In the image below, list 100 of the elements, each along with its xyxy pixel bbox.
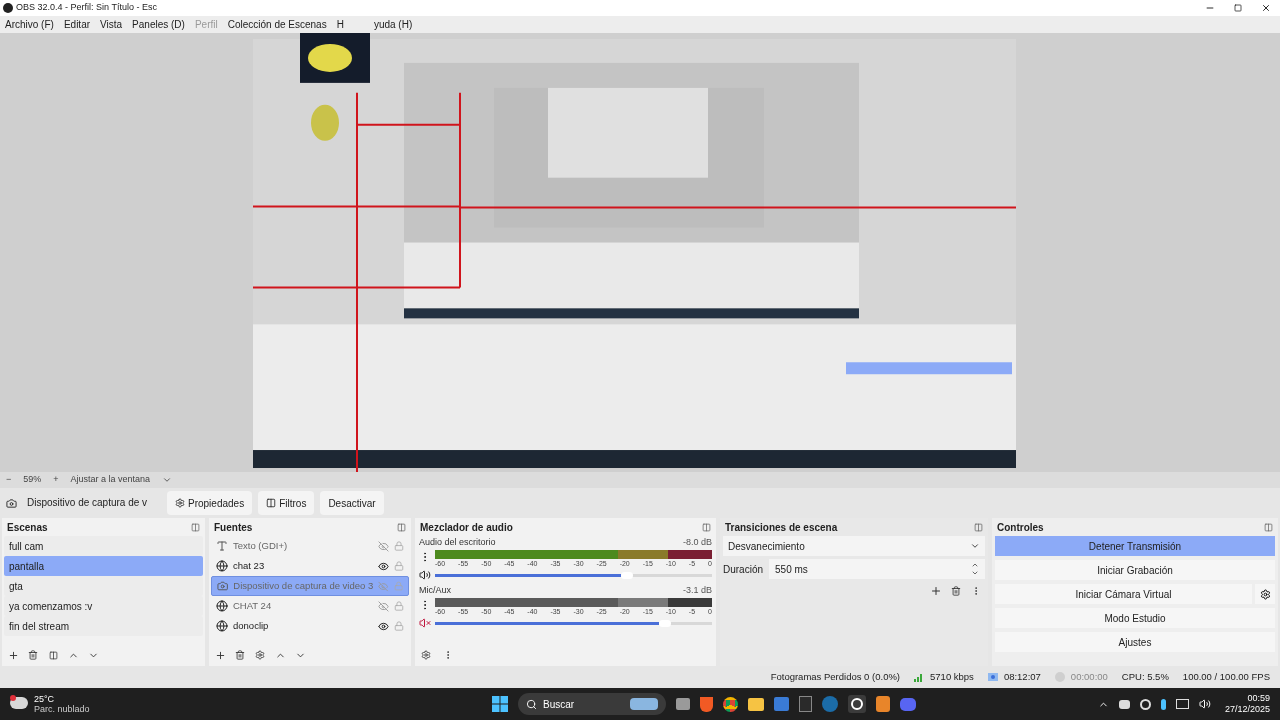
plus-icon	[930, 585, 942, 597]
menu-item[interactable]: yuda (H)	[373, 17, 413, 32]
volume-thumb[interactable]	[659, 619, 672, 627]
cloud-icon	[10, 697, 28, 709]
source-toolbar-button[interactable]: Propiedades	[167, 491, 253, 515]
muted-speaker-icon[interactable]	[419, 617, 431, 629]
broadcast-icon	[987, 673, 998, 681]
control-button[interactable]: Detener Transmisión	[995, 536, 1275, 556]
eye-icon[interactable]	[378, 560, 389, 572]
speaker-icon[interactable]	[419, 569, 431, 581]
temperature: 25°C	[34, 694, 56, 704]
stream-time: 08:12:07	[1003, 669, 1041, 684]
round-app-icon[interactable]	[821, 696, 838, 712]
clock-time: 00:59	[1247, 693, 1270, 704]
source-toolbar-button[interactable]: Desactivar	[320, 491, 384, 515]
dock-title: Mezclador de audio	[420, 520, 513, 535]
fps: 100.00 / 100.00 FPS	[1182, 669, 1270, 684]
camera-icon	[217, 580, 229, 592]
channel-name: Mic/Aux	[419, 584, 451, 598]
selected-source-name: Dispositivo de captura de v	[27, 496, 149, 510]
chevron-down-icon[interactable]	[971, 569, 979, 577]
eye-crossed-icon[interactable]	[378, 600, 389, 612]
menu-item[interactable]: H	[336, 17, 344, 32]
chevron-up-icon[interactable]	[971, 561, 979, 569]
control-button[interactable]: Ajustes	[995, 632, 1275, 652]
task-view-icon[interactable]	[675, 698, 690, 710]
menu-item[interactable]: Vista	[100, 17, 123, 32]
dock-title: Transiciones de escena	[725, 520, 838, 535]
source-name: Dispositivo de captura de video 3	[233, 578, 374, 593]
cpu-usage: CPU: 5.5%	[1121, 669, 1169, 684]
globe-icon	[216, 620, 228, 632]
search-field[interactable]: Buscar	[517, 693, 666, 715]
eye-icon[interactable]	[378, 620, 389, 632]
search-placeholder: Buscar	[542, 697, 576, 712]
transition-dropdown[interactable]: Desvanecimiento	[723, 536, 985, 556]
source-name: chat 23	[233, 558, 266, 573]
control-button[interactable]: Iniciar Cámara Virtual	[995, 584, 1252, 604]
trash-icon	[951, 586, 961, 596]
gear-icon	[255, 650, 265, 660]
scene-item[interactable]: pantalla	[4, 556, 203, 576]
shield-icon[interactable]	[699, 696, 713, 712]
volume-slider[interactable]	[435, 618, 712, 628]
settings-button[interactable]	[1255, 584, 1275, 604]
menu-item[interactable]: Archivo (F)	[5, 17, 54, 32]
window-title: OBS 32.0.4 - Perfil: Sin Título - Esc	[16, 1, 157, 15]
speaker-icon[interactable]	[1198, 698, 1211, 710]
zoom-out-button[interactable]: −	[6, 473, 12, 487]
windows-logo-icon[interactable]	[491, 696, 508, 712]
duration-field[interactable]: 550 ms	[769, 559, 985, 579]
app-logo-icon	[3, 3, 13, 13]
menu-item[interactable]: Editar	[63, 17, 91, 32]
dropped-frames: Fotogramas Perdidos 0 (0.0%)	[770, 669, 901, 685]
source-toolbar-button[interactable]: Filtros	[258, 491, 315, 515]
dock-title: Fuentes	[214, 520, 253, 535]
zoom-level: 59%	[23, 473, 42, 487]
undock-icon[interactable]	[1264, 522, 1273, 532]
text-source-icon	[216, 540, 228, 552]
source-name: CHAT 24	[233, 598, 273, 613]
control-button[interactable]: Iniciar Grabación	[995, 560, 1275, 580]
ring-icon	[850, 698, 863, 710]
gear-icon	[175, 498, 185, 508]
channel-reading: -8.0 dB	[682, 536, 712, 550]
circle-browser-icon[interactable]	[722, 696, 738, 712]
close-icon	[1261, 3, 1271, 13]
volume-slider[interactable]	[435, 570, 712, 580]
fit-to-window-option[interactable]: Ajustar a la ventana	[70, 473, 151, 487]
transition-value: Desvanecimiento	[728, 539, 805, 554]
undock-icon[interactable]	[974, 522, 983, 532]
scene-item[interactable]: full cam	[4, 536, 203, 556]
zoom-in-button[interactable]: +	[53, 473, 59, 487]
undock-icon[interactable]	[397, 522, 406, 532]
caret-icon[interactable]	[162, 475, 173, 485]
menu-item[interactable]: Colección de Escenas	[227, 17, 327, 32]
plus-icon	[7, 649, 19, 661]
dock-title: Escenas	[7, 520, 48, 535]
scene-item[interactable]: fin del stream	[4, 616, 203, 636]
undock-icon[interactable]	[702, 522, 711, 532]
scene-item[interactable]: gta	[4, 576, 203, 596]
control-button[interactable]: Modo Estudio	[995, 608, 1275, 628]
record-time: 00:00:00	[1070, 669, 1108, 684]
source-name: Texto (GDI+)	[233, 538, 289, 553]
volume-thumb[interactable]	[620, 571, 633, 579]
undock-icon[interactable]	[191, 522, 200, 532]
eye-crossed-icon[interactable]	[378, 540, 389, 552]
duration-value: 550 ms	[775, 562, 808, 577]
scene-item[interactable]: ya comenzamos :v	[4, 596, 203, 616]
gear-icon	[1259, 588, 1271, 600]
monitor-icon[interactable]	[1175, 699, 1189, 709]
filter-panel-icon	[266, 498, 277, 508]
weather-condition: Parc. nublado	[34, 704, 90, 714]
signal-bars-icon	[914, 672, 925, 682]
globe-icon	[216, 560, 228, 572]
source-item[interactable]: Texto (GDI+)	[211, 536, 409, 556]
source-item[interactable]: chat 23	[211, 556, 409, 576]
source-item[interactable]: CHAT 24	[211, 596, 409, 616]
menu-item[interactable]: Paneles (D)	[132, 17, 185, 32]
plus-icon	[214, 649, 226, 661]
source-item[interactable]: donoclip	[211, 616, 409, 636]
search-icon	[525, 698, 537, 710]
trash-icon	[28, 650, 38, 660]
